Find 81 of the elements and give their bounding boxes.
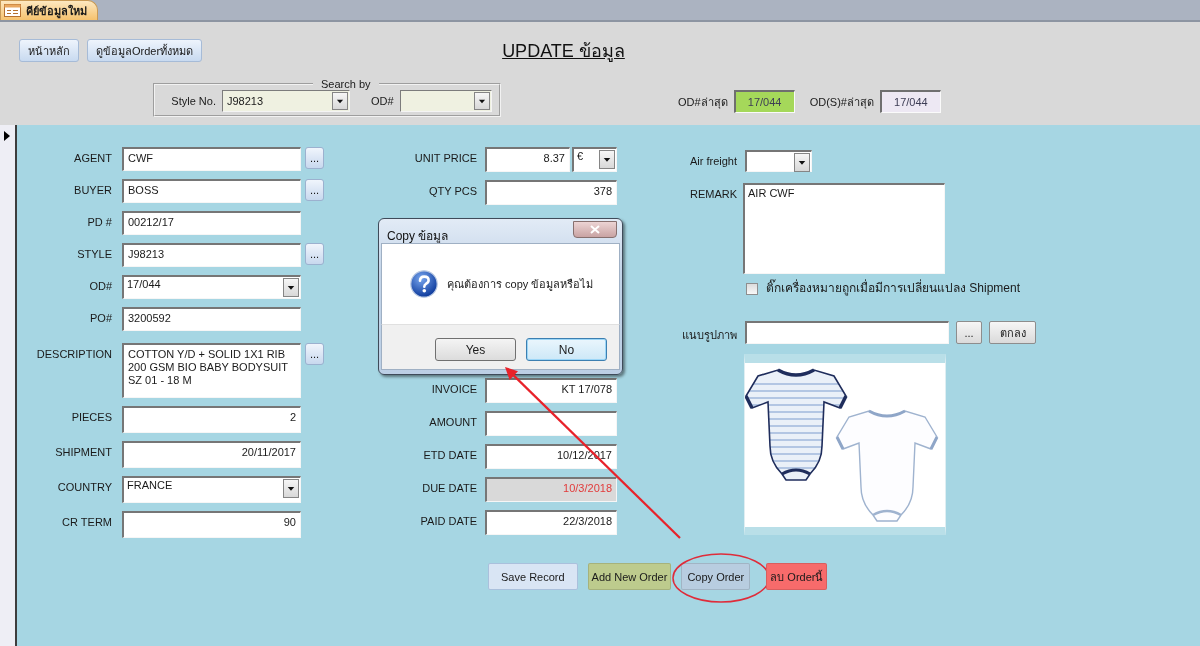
field-label: AGENT bbox=[73, 151, 112, 164]
field-label: PO# bbox=[89, 311, 112, 324]
number-field[interactable]: KT 17/078 bbox=[485, 378, 617, 403]
search-dropdown[interactable]: J98213 bbox=[222, 90, 350, 112]
record-selector[interactable] bbox=[0, 125, 17, 646]
current-record-icon bbox=[4, 131, 10, 141]
lookup-button[interactable]: ... bbox=[305, 243, 324, 265]
number-field[interactable]: 20/11/2017 bbox=[122, 441, 301, 468]
action-button[interactable]: Save Record bbox=[488, 563, 578, 590]
checkbox[interactable] bbox=[746, 282, 758, 295]
field-label: ETD DATE bbox=[422, 448, 477, 461]
text-field[interactable]: 00212/17 bbox=[122, 211, 301, 235]
text-field[interactable]: 3200592 bbox=[122, 307, 301, 331]
caret-icon[interactable] bbox=[473, 92, 490, 110]
text-field[interactable]: BOSS bbox=[122, 179, 301, 203]
search-dropdown[interactable] bbox=[399, 90, 492, 112]
field-label: COUNTRY bbox=[56, 480, 112, 493]
lookup-button[interactable]: ... bbox=[305, 147, 324, 169]
caret-icon[interactable] bbox=[283, 479, 299, 498]
nav-button[interactable]: หน้าหลัก bbox=[19, 39, 79, 62]
dialog-button[interactable]: Yes bbox=[435, 338, 516, 361]
action-button[interactable]: Add New Order bbox=[587, 563, 672, 590]
nav-button[interactable]: ดูข้อมูลOrderทั้งหมด bbox=[87, 39, 203, 62]
field-label: REMARK bbox=[688, 187, 737, 200]
field-label: PAID DATE bbox=[419, 514, 477, 527]
document-tab[interactable]: คีย์ข้อมูลใหม่ bbox=[0, 0, 98, 20]
field-label: แนบรูปภาพ bbox=[681, 328, 737, 344]
dropdown-field[interactable]: 17/044 bbox=[122, 275, 301, 299]
field-label: OD(S)#ล่าสุด bbox=[809, 94, 874, 111]
field-label: UNIT PRICE bbox=[413, 151, 477, 164]
field-label: CR TERM bbox=[61, 515, 112, 528]
number-field[interactable]: 22/3/2018 bbox=[485, 510, 617, 535]
field-label: DESCRIPTION bbox=[35, 347, 112, 360]
dropdown-field[interactable]: FRANCE bbox=[122, 476, 301, 503]
memo-field[interactable]: COTTON Y/D + SOLID 1X1 RIB 200 GSM BIO BABY BODYSUIT SZ 01 - 18 M bbox=[122, 343, 301, 398]
lookup-button[interactable]: ... bbox=[305, 343, 324, 365]
caret-icon[interactable] bbox=[283, 278, 299, 297]
field-label: Style No. bbox=[170, 95, 216, 107]
field-label: DUE DATE bbox=[421, 481, 477, 494]
field-label: AMOUNT bbox=[428, 415, 477, 428]
number-field[interactable]: 378 bbox=[485, 180, 617, 205]
field-label: PD # bbox=[86, 215, 112, 228]
field-label: OD#ล่าสุด bbox=[678, 94, 728, 111]
lookup-button[interactable]: ... bbox=[305, 179, 324, 201]
browse-button[interactable]: ... bbox=[956, 321, 982, 344]
field-label: OD# bbox=[88, 279, 112, 292]
field-label: STYLE bbox=[76, 247, 112, 260]
field-label: SHIPMENT bbox=[54, 445, 112, 458]
field-label: BUYER bbox=[73, 183, 112, 196]
number-field[interactable] bbox=[485, 411, 617, 436]
caret-icon[interactable] bbox=[332, 92, 348, 110]
number-field[interactable]: 2 bbox=[122, 406, 301, 433]
field-label: Air freight bbox=[688, 154, 737, 167]
search-legend: Search by bbox=[313, 78, 379, 90]
number-field[interactable]: 8.37 bbox=[485, 147, 570, 172]
latest-number-field: 17/044 bbox=[733, 90, 795, 113]
caret-icon[interactable] bbox=[599, 150, 615, 169]
field-label: PIECES bbox=[70, 410, 112, 423]
field-label: OD# bbox=[371, 95, 394, 107]
action-button[interactable]: Copy Order bbox=[681, 563, 751, 590]
question-icon bbox=[410, 270, 438, 298]
action-button[interactable]: ลบ Orderนี้ bbox=[766, 563, 828, 590]
caret-icon[interactable] bbox=[794, 153, 810, 172]
currency-dropdown[interactable]: € bbox=[572, 147, 617, 172]
file-path-field[interactable] bbox=[745, 321, 949, 344]
dialog-message: คุณต้องการ copy ข้อมูลหรือไม่ bbox=[447, 277, 594, 293]
dialog-title: Copy ข้อมูล bbox=[386, 228, 449, 245]
text-field[interactable]: J98213 bbox=[122, 243, 301, 267]
form-icon bbox=[4, 4, 21, 17]
remark-field[interactable]: AIR CWF bbox=[743, 183, 945, 274]
close-button[interactable] bbox=[573, 221, 617, 238]
close-icon bbox=[590, 225, 600, 234]
ok-button[interactable]: ตกลง bbox=[989, 321, 1036, 344]
latest-number-field: 17/044 bbox=[879, 90, 941, 113]
dropdown-field[interactable] bbox=[745, 150, 812, 172]
field-label: INVOICE bbox=[430, 382, 477, 395]
text-field[interactable]: CWF bbox=[122, 147, 301, 171]
field-label: QTY PCS bbox=[427, 184, 477, 197]
number-field[interactable]: 90 bbox=[122, 511, 301, 538]
dialog-button[interactable]: No bbox=[526, 338, 607, 361]
form-title: UPDATE ข้อมูล bbox=[502, 40, 625, 62]
